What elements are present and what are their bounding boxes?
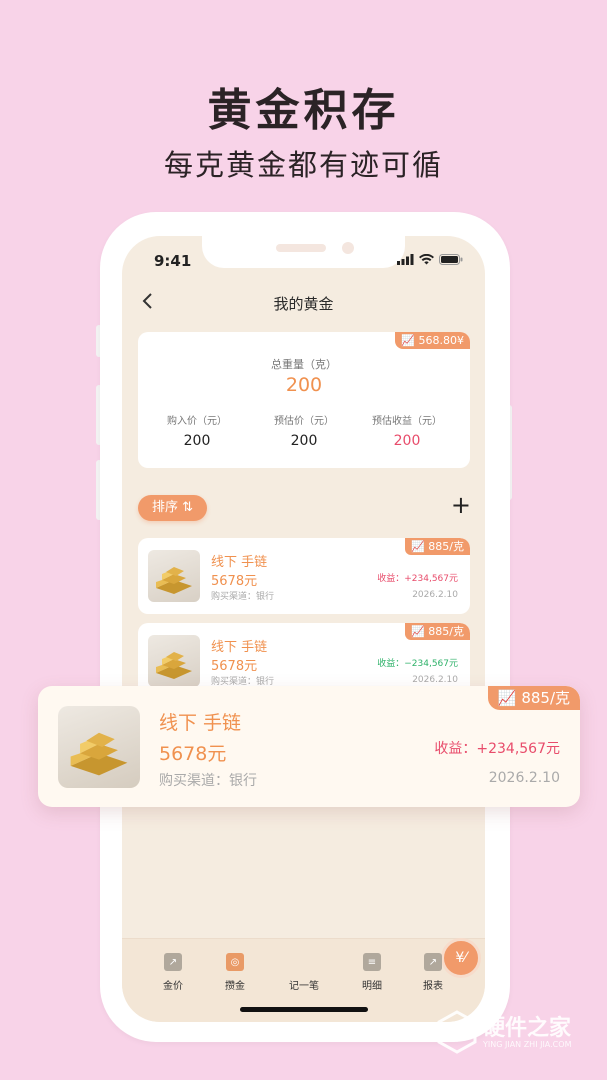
- report-icon: ↗: [424, 953, 442, 971]
- gold-bar-image: [58, 706, 140, 788]
- trend-icon: 📈: [401, 334, 415, 347]
- watermark-text: 硬件之家: [483, 1016, 572, 1041]
- gold-price-badge[interactable]: 📈 568.80¥: [395, 332, 470, 349]
- tab-label: 金价: [163, 981, 183, 992]
- item-price-badge: 📈 885/克: [405, 623, 470, 640]
- stat-label: 预估收益（元）: [372, 416, 442, 427]
- stat-label: 购入价（元）: [167, 416, 227, 427]
- wifi-icon: [419, 254, 434, 265]
- tab-savings[interactable]: ◎ 攒金: [210, 953, 260, 992]
- total-weight-label: 总重量（克）: [271, 358, 337, 371]
- tab-gold-price[interactable]: ↗ 金价: [148, 953, 198, 992]
- summary-card: 📈 568.80¥ 总重量（克） 200 购入价（元） 200 预估价（元） 2…: [138, 332, 470, 468]
- highlight-price: 5678元: [159, 743, 227, 765]
- list-item[interactable]: 📈 885/克 线下 手链 5678元 购买渠道：银行 收益：+234,567元…: [138, 538, 470, 614]
- item-title: 线下 手链: [211, 555, 268, 570]
- speaker: [276, 244, 326, 252]
- item-channel: 购买渠道：银行: [211, 592, 275, 602]
- tab-label: 攒金: [225, 981, 245, 992]
- item-title: 线下 手链: [211, 640, 268, 655]
- status-time: 9:41: [154, 252, 192, 270]
- trend-icon: 📈: [411, 625, 425, 638]
- battery-icon: [439, 254, 463, 265]
- stat-value: 200: [393, 433, 421, 449]
- add-button[interactable]: +: [451, 492, 471, 518]
- status-icons: [397, 254, 463, 265]
- stat-label: 预估价（元）: [274, 416, 334, 427]
- item-price-badge-value: 885/克: [428, 625, 464, 638]
- item-profit: 收益：+234,567元: [377, 574, 458, 584]
- highlight-price-badge: 📈 885/克: [487, 686, 580, 710]
- list-icon: ≡: [363, 953, 381, 971]
- camera: [342, 242, 354, 254]
- signal-icon: [397, 254, 414, 265]
- bottom-tab-bar: ↗ 金价 ◎ 攒金 ¥⁄ 记一笔 ≡ 明细 ↗ 报表: [122, 938, 485, 1022]
- tab-label: 记一笔: [289, 981, 319, 992]
- stat-purchase: 购入价（元） 200: [142, 412, 252, 449]
- stat-value: 200: [290, 433, 318, 449]
- item-price: 5678元: [211, 659, 258, 674]
- watermark-sub: YING JIAN ZHI JIA.COM: [483, 1040, 572, 1049]
- highlight-title: 线下 手链: [159, 712, 242, 734]
- promo-headline: 黄金积存: [207, 85, 400, 136]
- page-title: 我的黄金: [273, 295, 334, 313]
- home-indicator: [240, 1007, 368, 1012]
- stat-value: 200: [183, 433, 211, 449]
- trend-icon: 📈: [497, 689, 517, 707]
- gold-bar-image: [148, 550, 200, 602]
- item-date: 2026.2.10: [412, 675, 458, 685]
- tab-label: 报表: [423, 981, 443, 992]
- gold-bar-image: [148, 635, 200, 687]
- item-price: 5678元: [211, 574, 258, 589]
- stat-profit: 预估收益（元） 200: [352, 412, 462, 449]
- item-date: 2026.2.10: [412, 590, 458, 600]
- highlight-profit: 收益：+234,567元: [434, 741, 560, 757]
- chart-icon: ↗: [164, 953, 182, 971]
- highlight-price-badge-value: 885/克: [521, 689, 570, 707]
- trend-icon: 📈: [411, 540, 425, 553]
- phone-notch: [202, 236, 405, 268]
- highlight-date: 2026.2.10: [488, 770, 560, 786]
- watermark: 硬件之家 YING JIAN ZHI JIA.COM: [437, 1006, 602, 1058]
- savings-icon: ◎: [226, 953, 244, 971]
- tab-record[interactable]: ¥⁄ 记一笔: [279, 938, 481, 992]
- tab-label: 明细: [362, 981, 382, 992]
- tab-details[interactable]: ≡ 明细: [347, 953, 397, 992]
- total-weight-value: 200: [285, 374, 323, 396]
- highlight-channel: 购买渠道：银行: [159, 773, 257, 789]
- highlight-item-card[interactable]: 📈 885/克 线下 手链 5678元 购买渠道：银行 收益：+234,567元…: [38, 686, 580, 807]
- item-price-badge-value: 885/克: [428, 540, 464, 553]
- watermark-logo-icon: [437, 1010, 477, 1054]
- item-profit: 收益：−234,567元: [377, 659, 458, 669]
- sort-button[interactable]: 排序 ⇅: [138, 495, 207, 521]
- tab-report[interactable]: ↗ 报表: [408, 953, 458, 992]
- app-screen: 9:41 我的黄金 📈 568.80¥ 总重量（克） 200 购入价（元） 20…: [122, 236, 485, 1022]
- item-price-badge: 📈 885/克: [405, 538, 470, 555]
- gold-price-value: 568.80¥: [418, 334, 465, 347]
- stat-estimate: 预估价（元） 200: [249, 412, 359, 449]
- promo-subline: 每克黄金都有迹可循: [163, 148, 443, 182]
